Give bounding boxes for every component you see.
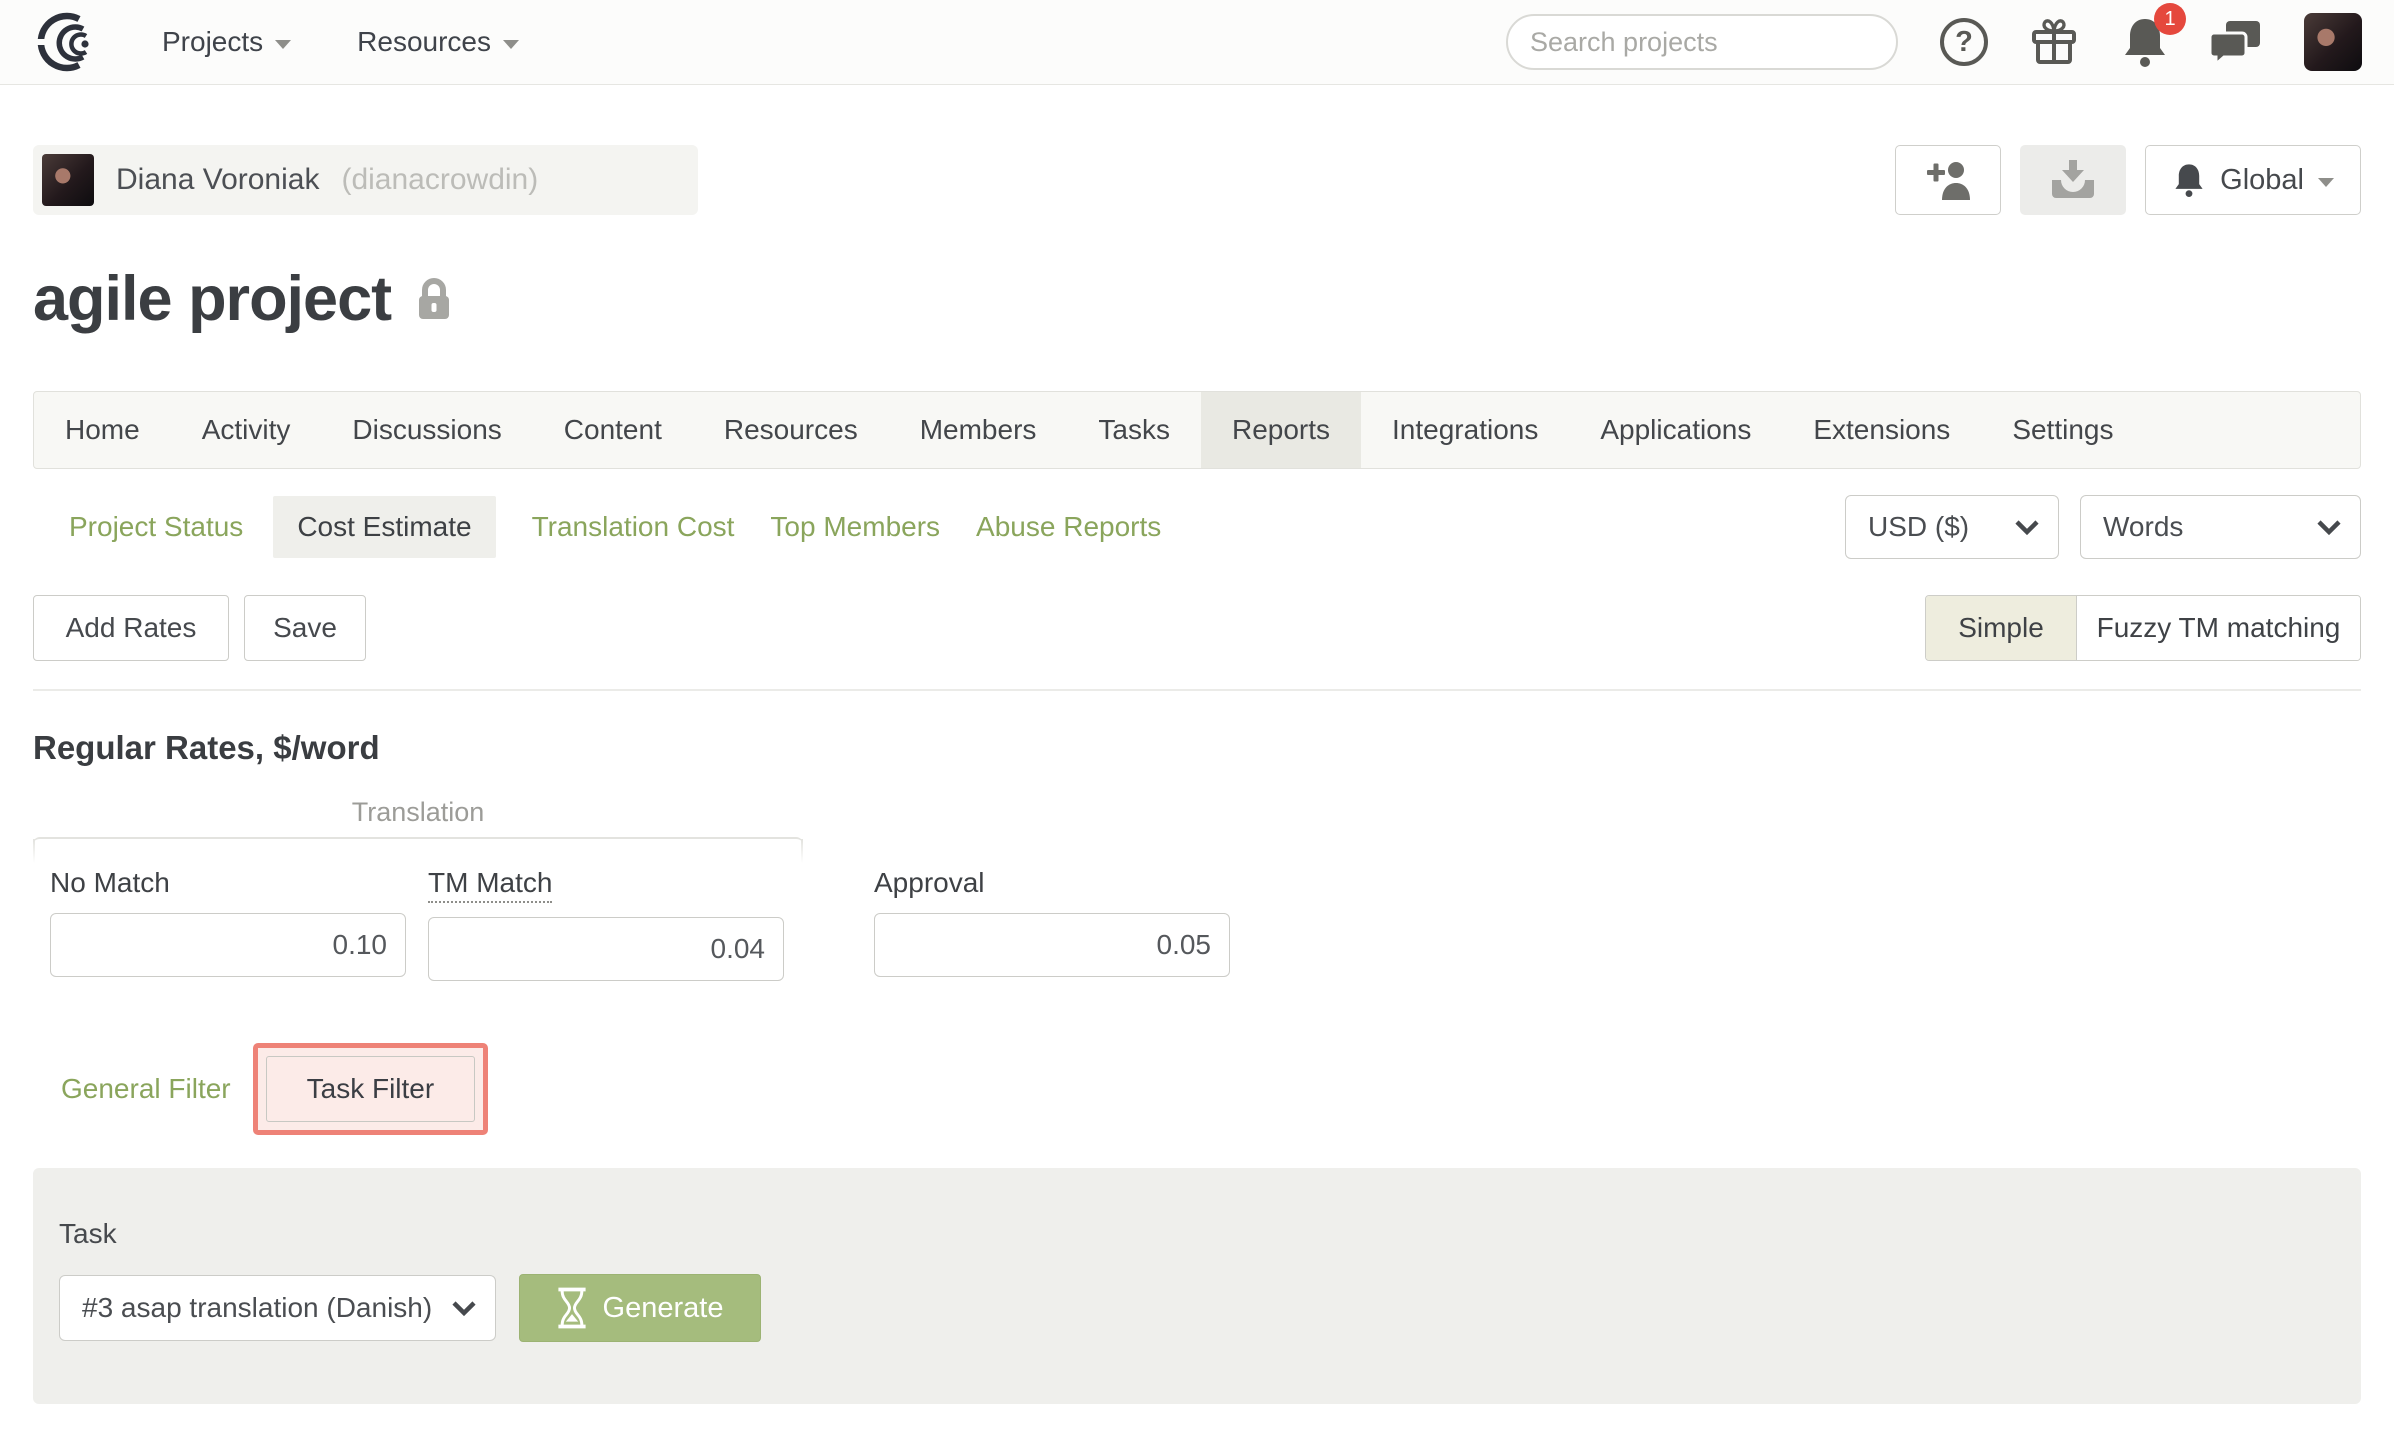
page-title: agile project: [33, 264, 392, 334]
tab-settings[interactable]: Settings: [1981, 392, 2144, 468]
tab-extensions[interactable]: Extensions: [1782, 392, 1981, 468]
tm-match-label: TM Match: [428, 867, 553, 903]
tab-activity[interactable]: Activity: [171, 392, 322, 468]
owner-username: (dianacrowdin): [341, 163, 539, 196]
search-input[interactable]: [1530, 26, 1884, 58]
subtab-abuse-reports[interactable]: Abuse Reports: [976, 511, 1161, 543]
tm-match-input[interactable]: [428, 917, 784, 981]
task-filter-button[interactable]: Task Filter: [265, 1056, 476, 1122]
subtab-cost-estimate[interactable]: Cost Estimate: [273, 496, 496, 558]
approval-input[interactable]: [874, 913, 1230, 977]
hourglass-icon: [557, 1287, 586, 1329]
approval-label: Approval: [874, 867, 985, 898]
project-tabbar: Home Activity Discussions Content Resour…: [33, 391, 2361, 469]
add-person-icon: [1927, 162, 1971, 200]
chevron-down-icon: [275, 39, 292, 49]
notification-badge: 1: [2154, 3, 2186, 35]
chevron-down-icon: [2317, 520, 2341, 536]
user-avatar[interactable]: [2304, 13, 2362, 71]
generate-button[interactable]: Generate: [519, 1274, 761, 1342]
tab-members[interactable]: Members: [889, 392, 1068, 468]
nav-projects[interactable]: Projects: [162, 26, 292, 58]
tab-applications[interactable]: Applications: [1569, 392, 1782, 468]
owner-avatar: [42, 154, 94, 206]
task-label: Task: [59, 1218, 117, 1249]
no-match-field: No Match: [50, 867, 406, 981]
download-button[interactable]: [2020, 145, 2127, 215]
crowdin-logo-icon[interactable]: [32, 10, 104, 74]
chevron-down-icon: [452, 1301, 476, 1317]
tab-resources[interactable]: Resources: [693, 392, 889, 468]
task-select[interactable]: #3 asap translation (Danish): [59, 1275, 496, 1341]
mode-simple-button[interactable]: Simple: [1926, 596, 2077, 660]
translation-group-label: Translation: [351, 797, 485, 827]
task-panel: Task #3 asap translation (Danish) Genera…: [33, 1168, 2361, 1404]
bell-icon: [2175, 164, 2203, 197]
task-filter-highlight: Task Filter: [252, 1043, 489, 1135]
rates-toolbar: Add Rates Save Simple Fuzzy TM matching: [33, 595, 2361, 661]
add-rates-button[interactable]: Add Rates: [33, 595, 229, 661]
general-filter-link[interactable]: General Filter: [61, 1073, 231, 1105]
unit-value: Words: [2103, 511, 2184, 542]
tab-reports[interactable]: Reports: [1200, 392, 1362, 468]
unit-select[interactable]: Words: [2080, 495, 2361, 559]
chevron-down-icon: [2015, 520, 2039, 536]
search-box: [1506, 14, 1898, 70]
subtab-project-status[interactable]: Project Status: [69, 511, 243, 543]
chevron-down-icon: [503, 39, 519, 49]
generate-label: Generate: [602, 1291, 724, 1324]
chat-icon: [2210, 21, 2260, 67]
report-subtabs: Project Status Cost Estimate Translation…: [33, 495, 2361, 559]
tab-tasks[interactable]: Tasks: [1067, 392, 1201, 468]
invite-people-button[interactable]: [1895, 145, 2002, 215]
help-icon: ?: [1940, 18, 1988, 66]
section-divider: [33, 689, 2361, 691]
global-notifications-button[interactable]: Global: [2145, 145, 2361, 215]
approval-field: Approval: [874, 867, 1230, 981]
lock-icon: [419, 278, 450, 319]
translation-group-box: [33, 837, 803, 863]
owner-name: Diana Voroniak: [116, 163, 320, 196]
chevron-down-icon: [2318, 177, 2334, 187]
tab-home[interactable]: Home: [34, 392, 171, 468]
nav-resources-label: Resources: [357, 26, 491, 57]
currency-select[interactable]: USD ($): [1845, 495, 2059, 559]
subtab-top-members[interactable]: Top Members: [770, 511, 940, 543]
task-select-value: #3 asap translation (Danish): [82, 1292, 433, 1323]
tab-discussions[interactable]: Discussions: [321, 392, 532, 468]
mode-toggle: Simple Fuzzy TM matching: [1925, 595, 2361, 661]
tab-content[interactable]: Content: [533, 392, 693, 468]
currency-value: USD ($): [1868, 511, 1970, 542]
gift-icon: [2032, 19, 2076, 64]
help-button[interactable]: ?: [1940, 18, 1988, 66]
global-label: Global: [2220, 163, 2304, 196]
tab-integrations[interactable]: Integrations: [1361, 392, 1569, 468]
no-match-input[interactable]: [50, 913, 406, 977]
notifications-button[interactable]: 1: [2120, 3, 2186, 69]
topbar: Projects Resources ? 1: [0, 0, 2394, 85]
tm-match-field: TM Match: [428, 867, 784, 981]
rates-heading: Regular Rates, $/word: [33, 729, 380, 766]
nav-projects-label: Projects: [162, 26, 264, 57]
nav-resources[interactable]: Resources: [357, 26, 519, 58]
messages-button[interactable]: [2210, 17, 2264, 67]
main-content: Diana Voroniak (dianacrowdin) Global agi…: [0, 145, 2394, 1404]
subtab-translation-cost[interactable]: Translation Cost: [532, 511, 735, 543]
rate-fields: No Match TM Match Approval: [33, 867, 2361, 981]
no-match-label: No Match: [50, 867, 170, 898]
mode-fuzzy-button[interactable]: Fuzzy TM matching: [2077, 596, 2360, 660]
project-owner[interactable]: Diana Voroniak (dianacrowdin): [33, 145, 699, 215]
gift-button[interactable]: [2028, 16, 2080, 68]
download-tray-icon: [2052, 160, 2095, 198]
save-button[interactable]: Save: [244, 595, 366, 661]
filters-row: General Filter Task Filter: [33, 1043, 2361, 1135]
